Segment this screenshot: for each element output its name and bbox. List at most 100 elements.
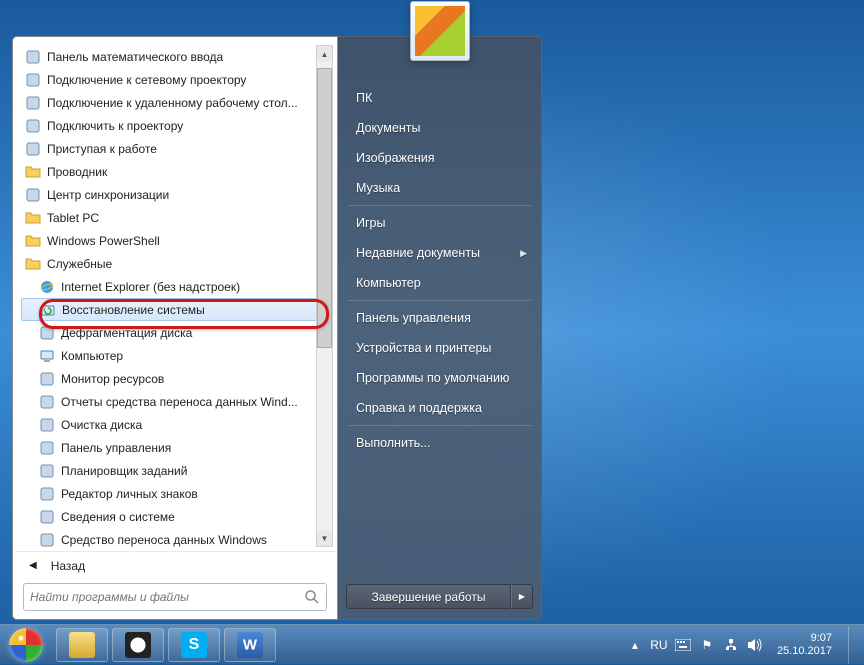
program-item-folder[interactable]: Windows PowerShell [21,229,333,252]
program-item-projector[interactable]: Подключить к проектору [21,114,333,137]
program-item-label: Internet Explorer (без надстроек) [61,280,329,294]
program-item-math-panel[interactable]: Панель математического ввода [21,45,333,68]
right-separator [348,205,531,206]
start-menu: Панель математического вводаПодключение … [12,36,542,620]
right-item[interactable]: Изображения [342,143,537,173]
back-label: Назад [51,559,85,573]
right-item-label: Музыка [356,181,400,195]
right-item-label: Выполнить... [356,436,431,450]
program-item-easy-transfer[interactable]: Средство переноса данных Windows [21,528,333,551]
system-restore-icon [40,302,56,318]
resource-monitor-icon [39,371,55,387]
right-item[interactable]: Компьютер [342,268,537,298]
right-item[interactable]: Недавние документы▶ [342,238,537,268]
program-item-folder[interactable]: Служебные [21,252,333,275]
program-item-control-panel[interactable]: Панель управления [21,436,333,459]
tray-expand-icon[interactable]: ▴ [627,637,643,653]
right-item-label: Программы по умолчанию [356,371,509,385]
program-item-label: Монитор ресурсов [61,372,329,386]
right-item[interactable]: Устройства и принтеры [342,333,537,363]
right-item[interactable]: Документы [342,113,537,143]
program-item-getting-started[interactable]: Приступая к работе [21,137,333,160]
program-item-label: Подключить к проектору [47,119,329,133]
start-button[interactable] [6,625,46,665]
search-input[interactable] [30,590,304,604]
right-item-label: Справка и поддержка [356,401,482,415]
program-item-label: Tablet PC [47,211,329,225]
ie-icon [39,279,55,295]
right-item[interactable]: Выполнить... [342,428,537,458]
taskbar-button-word[interactable] [224,628,276,662]
program-item-label: Служебные [47,257,329,271]
programs-scrollbar[interactable]: ▲ ▼ [316,45,333,547]
program-item-label: Центр синхронизации [47,188,329,202]
program-item-computer[interactable]: Компьютер [21,344,333,367]
shutdown-options-arrow[interactable]: ▶ [511,584,533,609]
program-item-network-projector[interactable]: Подключение к сетевому проектору [21,68,333,91]
right-separator [348,300,531,301]
volume-icon[interactable] [747,637,763,653]
program-item-explorer[interactable]: Проводник [21,160,333,183]
easy-transfer-reports-icon [39,394,55,410]
start-left-pane: Панель математического вводаПодключение … [12,36,338,620]
program-item-system-info[interactable]: Сведения о системе [21,505,333,528]
program-item-sync-center[interactable]: Центр синхронизации [21,183,333,206]
folder-icon [25,256,41,272]
action-center-icon[interactable]: ⚑ [699,637,715,653]
program-item-remote-desktop[interactable]: Подключение к удаленному рабочему стол..… [21,91,333,114]
scroll-thumb[interactable] [317,68,332,348]
search-box[interactable] [23,583,327,611]
right-item-label: ПК [356,91,372,105]
scroll-up-arrow[interactable]: ▲ [317,46,332,62]
word-icon [237,632,263,658]
user-picture-frame[interactable] [410,1,470,61]
right-item[interactable]: ПК [342,83,537,113]
back-arrow-icon: ◀ [29,560,37,571]
right-item[interactable]: Справка и поддержка [342,393,537,423]
program-item-label: Сведения о системе [61,510,329,524]
right-item[interactable]: Игры [342,208,537,238]
taskbar-button-skype[interactable] [168,628,220,662]
program-item-label: Средство переноса данных Windows [61,533,329,547]
taskbar-button-explorer[interactable] [56,628,108,662]
right-item-label: Изображения [356,151,435,165]
right-item-label: Компьютер [356,276,421,290]
back-button[interactable]: ◀ Назад [15,551,335,579]
taskbar-button-panda[interactable] [112,628,164,662]
program-item-label: Планировщик заданий [61,464,329,478]
skype-icon [181,632,207,658]
explorer-icon [69,632,95,658]
program-item-folder[interactable]: Tablet PC [21,206,333,229]
clock[interactable]: 9:07 25.10.2017 [777,632,832,658]
keyboard-icon[interactable] [675,637,691,653]
sync-center-icon [25,187,41,203]
system-info-icon [39,509,55,525]
start-right-pane: ПКДокументыИзображенияМузыкаИгрыНедавние… [338,36,542,620]
projector-icon [25,118,41,134]
program-item-easy-transfer-reports[interactable]: Отчеты средства переноса данных Wind... [21,390,333,413]
program-item-label: Очистка диска [61,418,329,432]
program-item-task-scheduler[interactable]: Планировщик заданий [21,459,333,482]
program-item-ie[interactable]: Internet Explorer (без надстроек) [21,275,333,298]
right-item[interactable]: Музыка [342,173,537,203]
right-item[interactable]: Программы по умолчанию [342,363,537,393]
program-item-label: Восстановление системы [62,303,328,317]
program-item-defrag[interactable]: Дефрагментация диска [21,321,333,344]
shutdown-button[interactable]: Завершение работы [346,584,511,609]
scroll-down-arrow[interactable]: ▼ [317,530,332,546]
network-icon[interactable] [723,637,739,653]
task-scheduler-icon [39,463,55,479]
program-item-char-editor[interactable]: Редактор личных знаков [21,482,333,505]
remote-desktop-icon [25,95,41,111]
right-separator [348,425,531,426]
program-item-label: Панель управления [61,441,329,455]
program-item-resource-monitor[interactable]: Монитор ресурсов [21,367,333,390]
program-item-label: Редактор личных знаков [61,487,329,501]
language-indicator[interactable]: RU [651,637,667,653]
right-item[interactable]: Панель управления [342,303,537,333]
show-desktop-button[interactable] [848,626,858,664]
right-item-label: Недавние документы [356,246,480,260]
disk-cleanup-icon [39,417,55,433]
program-item-disk-cleanup[interactable]: Очистка диска [21,413,333,436]
program-item-system-restore[interactable]: Восстановление системы [21,298,333,321]
